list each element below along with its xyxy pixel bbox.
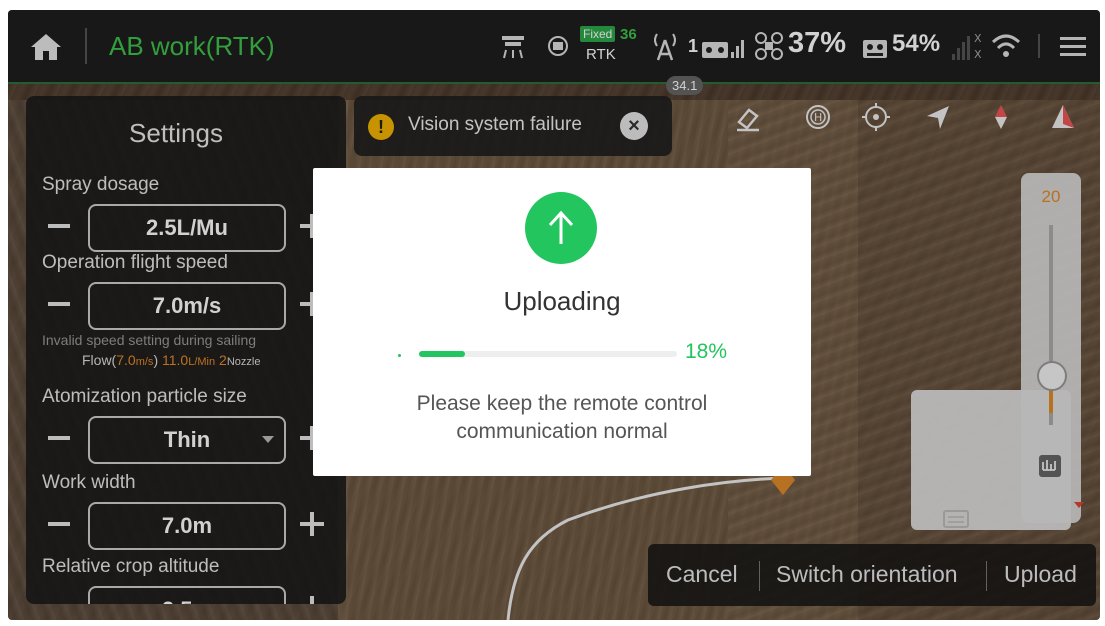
dialog-title: Uploading <box>503 286 621 316</box>
dialog-message: Please keep the remote control communica… <box>416 392 708 443</box>
app-screen: AB work(RTK) Fixed 36 RTK 1 37% 54% X X … <box>8 10 1100 620</box>
upload-icon <box>525 192 597 264</box>
upload-dialog: Uploading 18% Please keep the remote con… <box>313 168 811 476</box>
upload-progress-label: 18% <box>685 340 728 363</box>
upload-progress-bar <box>419 351 677 357</box>
progress-dot <box>398 354 401 357</box>
upload-progress-fill <box>419 351 466 357</box>
